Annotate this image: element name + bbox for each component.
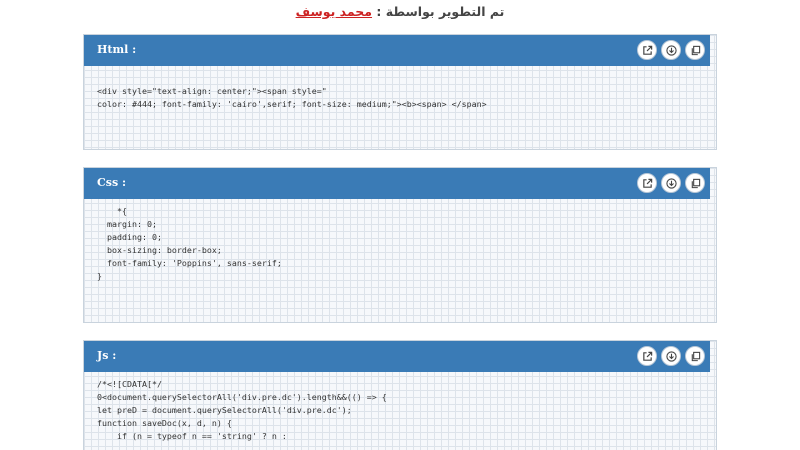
code-block-js: Js : /*<![CDATA[*/ 0<document.querySelec… [83, 340, 717, 450]
code-block-title: Css : [97, 176, 127, 189]
code-block-header: Js : [84, 341, 710, 372]
open-in-new-window-button[interactable] [637, 173, 657, 193]
code-block-css: Css : *{ margin: 0; padding: 0; box-sizi… [83, 167, 717, 323]
code-content: <div style="text-align: center;"><span s… [97, 86, 487, 109]
credit-prefix: تم التطوير بواسطة : [372, 4, 505, 19]
download-button[interactable] [661, 346, 681, 366]
copy-button[interactable] [685, 40, 705, 60]
code-content: /*<![CDATA[*/ 0<document.querySelectorAl… [97, 379, 387, 441]
download-icon [665, 350, 677, 362]
code-block-header: Css : [84, 168, 710, 199]
copy-icon [691, 351, 700, 361]
author-link[interactable]: محمد يوسف [296, 4, 372, 19]
open-in-new-window-button[interactable] [637, 346, 657, 366]
copy-button[interactable] [685, 173, 705, 193]
copy-icon [691, 45, 700, 55]
copy-icon [691, 178, 700, 188]
download-button[interactable] [661, 173, 681, 193]
code-block-title: Js : [97, 349, 117, 362]
open-new-window-icon [642, 45, 652, 55]
copy-button[interactable] [685, 346, 705, 366]
download-icon [665, 44, 677, 56]
credit-line: تم التطوير بواسطة : محمد يوسف [0, 4, 800, 19]
download-icon [665, 177, 677, 189]
open-new-window-icon [642, 351, 652, 361]
code-block-title: Html : [97, 43, 137, 56]
open-in-new-window-button[interactable] [637, 40, 657, 60]
code-block-header: Html : [84, 35, 710, 66]
open-new-window-icon [642, 178, 652, 188]
code-content: *{ margin: 0; padding: 0; box-sizing: bo… [97, 206, 282, 281]
code-block-html: Html : <div style="text-align: center;">… [83, 34, 717, 150]
download-button[interactable] [661, 40, 681, 60]
